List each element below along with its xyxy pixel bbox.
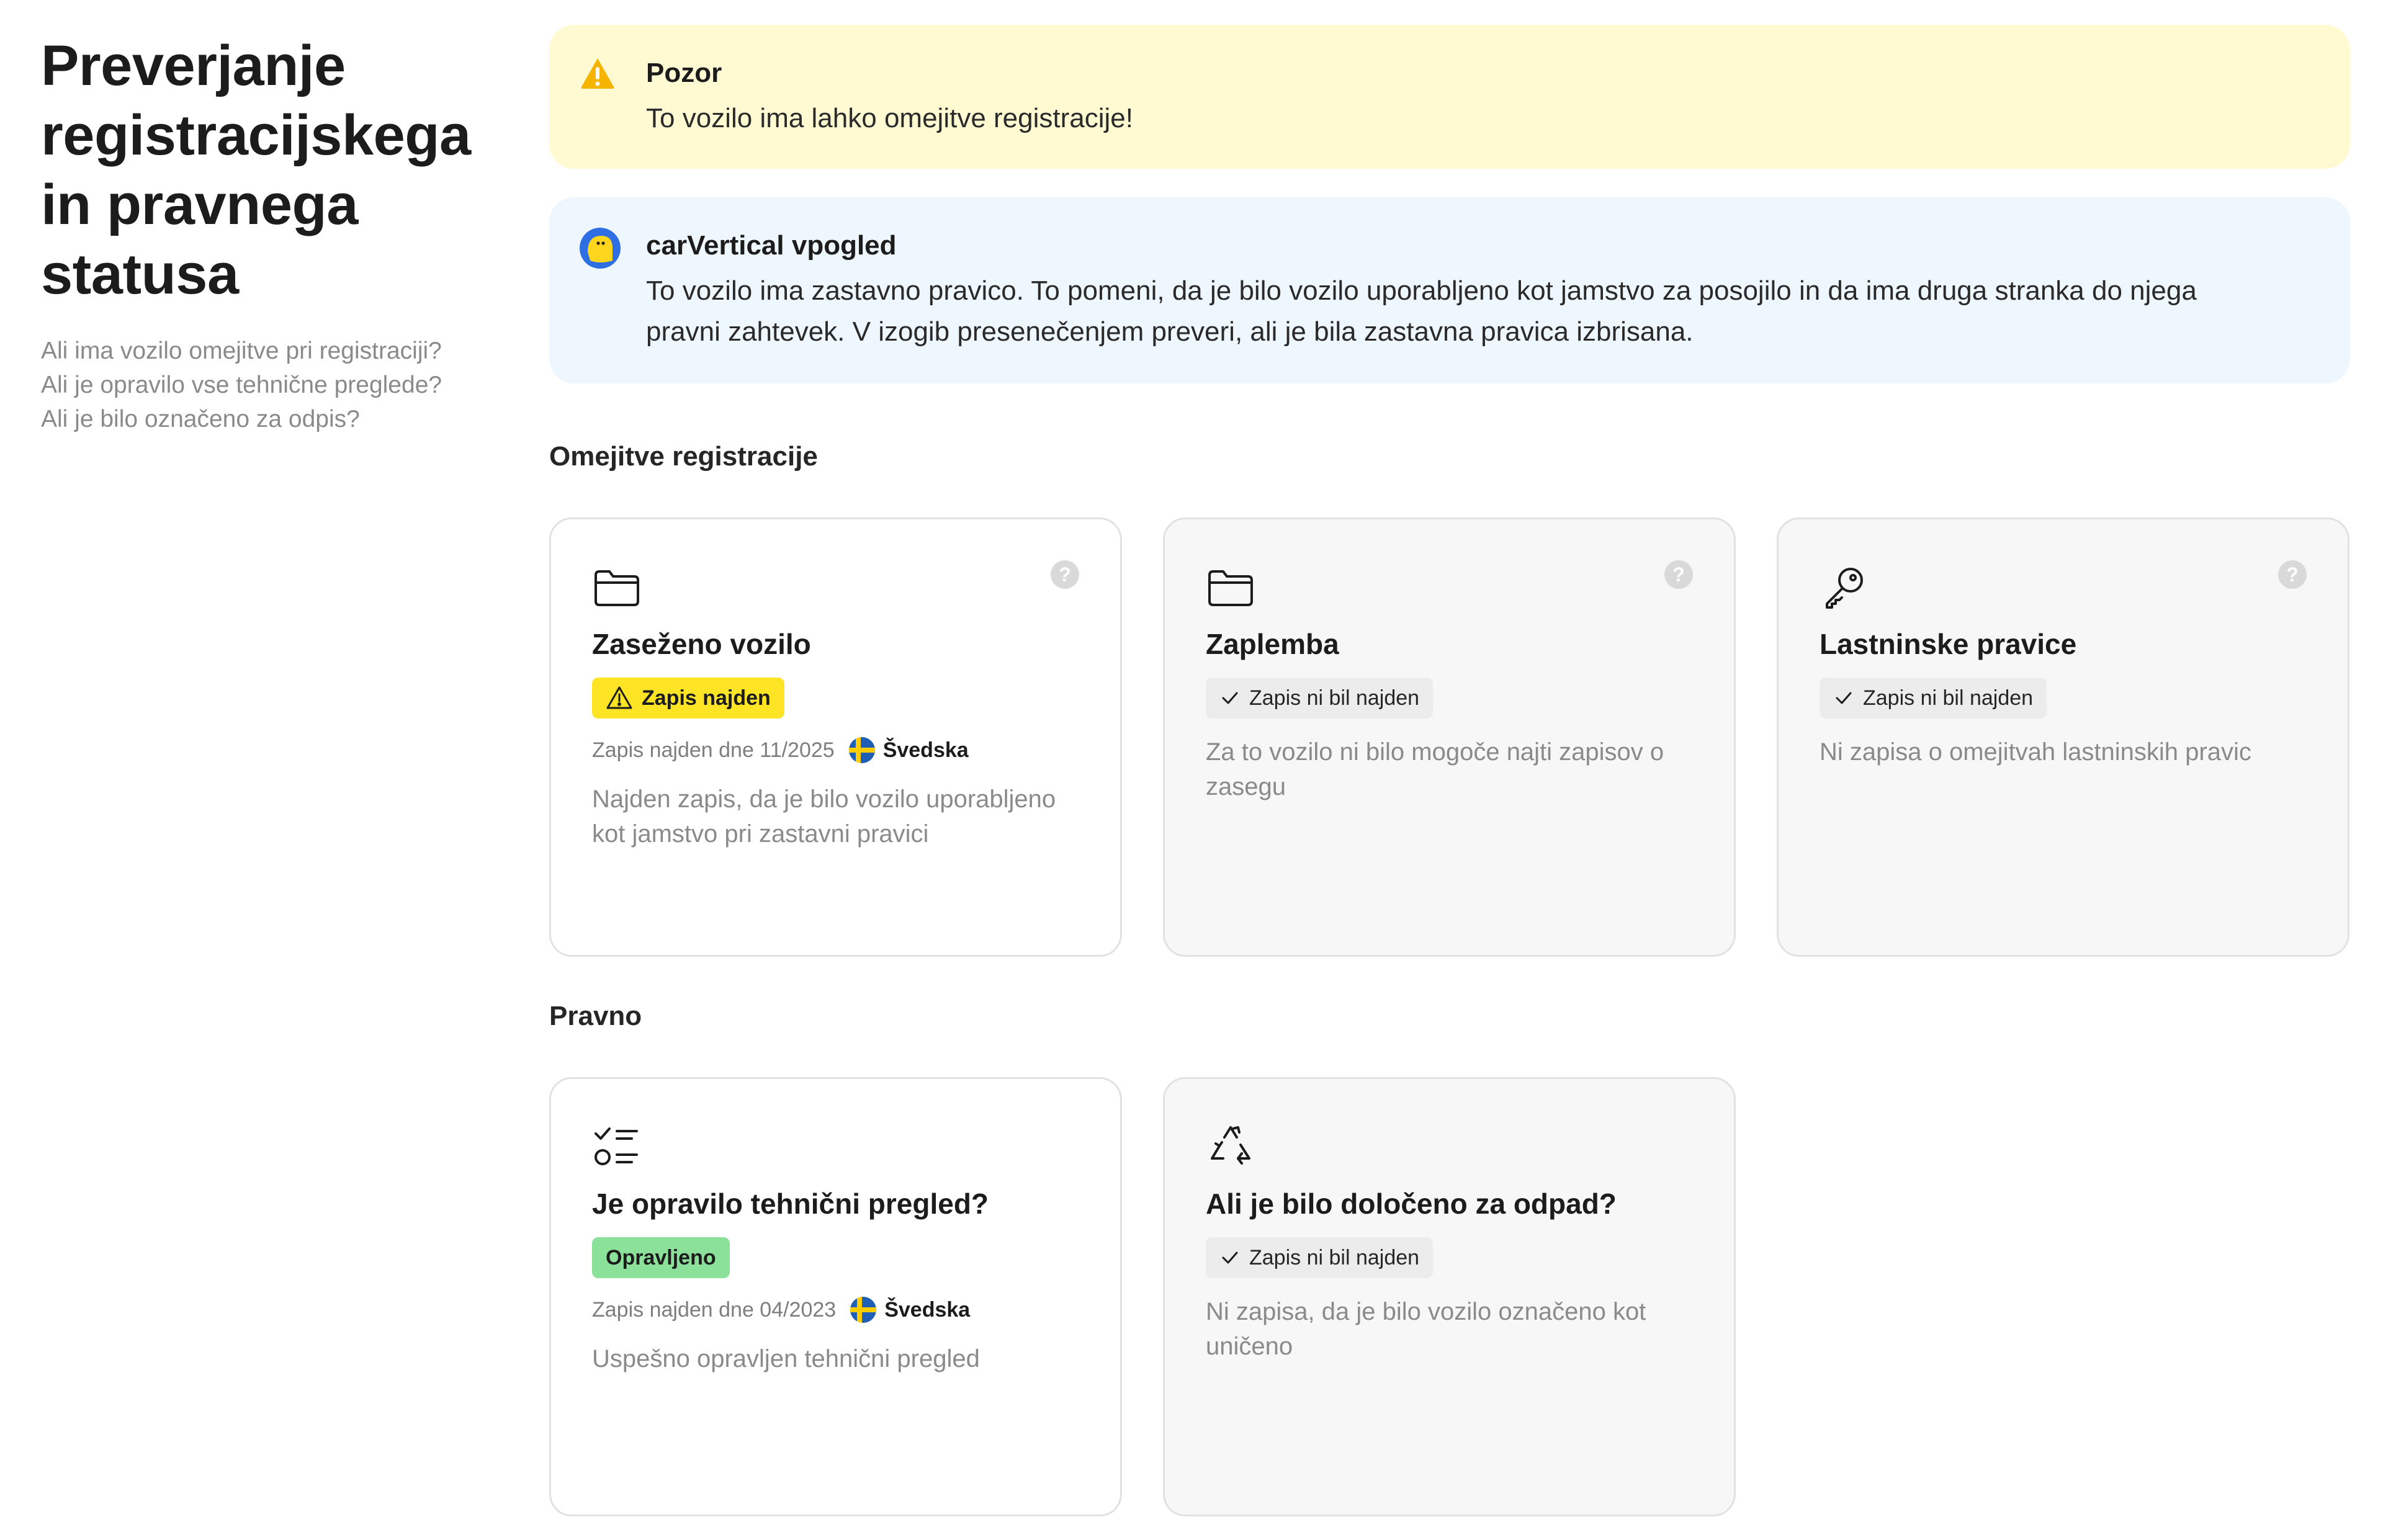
status-badge-label: Zapis najden — [642, 686, 771, 710]
page: Preverjanje registracijskega in pravnega… — [0, 0, 2383, 1540]
status-badge-label: Zapis ni bil najden — [1249, 1245, 1420, 1269]
card-description: Ni zapisa, da je bilo vozilo označeno ko… — [1206, 1294, 1693, 1364]
description-line: Ni zapisa o omejitvah lastninskih pravic — [1820, 738, 2251, 766]
description-line: Uspešno opravljen tehnični pregled — [592, 1345, 980, 1372]
page-title-line: statusa — [41, 243, 239, 306]
card-title: Zaplemba — [1206, 628, 1339, 660]
card-scrapped: Ali je bilo določeno za odpad? Zapis ni … — [1163, 1077, 1736, 1516]
question-item: Ali ima vozilo omejitve pri registraciji… — [41, 338, 442, 364]
insight-text-line: pravni zahtevek. V izogib presenečenjem … — [646, 316, 1694, 347]
status-badge-label: Zapis ni bil najden — [1249, 686, 1420, 710]
insight-text: To vozilo ima zastavno pravico. To pomen… — [646, 271, 2313, 352]
legal-cards: Je opravilo tehnični pregled? Opravljeno… — [549, 1077, 2350, 1516]
page-title-line: registracijskega — [41, 104, 471, 167]
status-badge: Zapis ni bil najden — [1206, 1237, 1434, 1278]
card-description: Ni zapisa o omejitvah lastninskih pravic — [1820, 735, 2307, 769]
section-title-registration: Omejitve registracije — [549, 441, 818, 472]
status-badge: Opravljeno — [592, 1237, 730, 1278]
description-line: Ni zapisa, da je bilo vozilo označeno ko… — [1206, 1298, 1646, 1325]
question-list: Ali ima vozilo omejitve pri registraciji… — [41, 334, 500, 436]
page-title-line: in pravnega — [41, 173, 358, 236]
status-badge-label: Zapis ni bil najden — [1863, 686, 2034, 710]
sweden-flag-icon — [850, 1296, 877, 1323]
status-badge: Zapis najden — [592, 678, 784, 719]
card-ownership-rights: ? Lastninske pravice Zapis ni bil najden… — [1777, 517, 2349, 957]
card-title: Zaseženo vozilo — [592, 628, 811, 660]
record-date: Zapis najden dne 04/2023 — [592, 1298, 837, 1322]
insight-alert: carVertical vpogled To vozilo ima zastav… — [549, 197, 2350, 383]
status-badge: Zapis ni bil najden — [1206, 678, 1434, 719]
check-icon — [1836, 692, 1852, 704]
recycle-icon — [1206, 1126, 1255, 1175]
help-icon[interactable]: ? — [2278, 560, 2307, 589]
warning-alert: Pozor To vozilo ima lahko omejitve regis… — [549, 25, 2350, 169]
record-meta: Zapis najden dne 11/2025 Švedska — [592, 735, 1079, 766]
description-line: zasegu — [1206, 773, 1286, 800]
country-label: Švedska — [882, 738, 969, 762]
folder-icon — [1206, 570, 1255, 615]
question-item: Ali je bilo označeno za odpis? — [41, 406, 360, 432]
check-icon — [1222, 692, 1238, 704]
card-description: Uspešno opravljen tehnični pregled — [592, 1341, 1079, 1376]
card-confiscation: ? Zaplemba Zapis ni bil najden Za to voz… — [1163, 517, 1736, 957]
page-title-line: Preverjanje — [41, 34, 346, 97]
section-title-legal: Pravno — [549, 1001, 642, 1031]
country-label: Švedska — [884, 1298, 971, 1322]
record-date: Zapis najden dne 11/2025 — [592, 738, 835, 762]
main-content: Pozor To vozilo ima lahko omejitve regis… — [549, 25, 2350, 1516]
insight-title: carVertical vpogled — [646, 230, 897, 261]
card-description: Za to vozilo ni bilo mogoče najti zapiso… — [1206, 735, 1693, 804]
folder-icon — [592, 570, 642, 615]
check-icon — [1222, 1251, 1238, 1264]
left-column: Preverjanje registracijskega in pravnega… — [41, 31, 500, 436]
status-badge-label: Opravljeno — [606, 1245, 716, 1269]
insight-text-line: To vozilo ima zastavno pravico. To pomen… — [646, 275, 2197, 306]
registration-cards: ? Zaseženo vozilo Zapis najden Zapis naj… — [549, 517, 2350, 957]
warning-title: Pozor — [646, 58, 722, 88]
warning-triangle-icon — [579, 55, 616, 92]
status-badge: Zapis ni bil najden — [1820, 678, 2047, 719]
record-meta: Zapis najden dne 04/2023 Švedska — [592, 1294, 1079, 1325]
card-title: Ali je bilo določeno za odpad? — [1206, 1188, 1617, 1220]
help-icon[interactable]: ? — [1664, 560, 1693, 589]
description-line: Najden zapis, da je bilo vozilo uporablj… — [592, 786, 1056, 813]
card-title: Lastninske pravice — [1820, 628, 2077, 660]
warning-outline-icon — [606, 686, 632, 709]
sweden-flag-icon — [848, 736, 876, 764]
card-technical-inspection: Je opravilo tehnični pregled? Opravljeno… — [549, 1077, 1122, 1516]
page-title: Preverjanje registracijskega in pravnega… — [41, 31, 500, 309]
card-seized-vehicle: ? Zaseženo vozilo Zapis najden Zapis naj… — [549, 517, 1122, 957]
description-line: kot jamstvo pri zastavni pravici — [592, 820, 929, 848]
carvertical-logo-icon — [579, 227, 621, 269]
question-item: Ali je opravilo vse tehnične preglede? — [41, 372, 442, 398]
description-line: Za to vozilo ni bilo mogoče najti zapiso… — [1206, 738, 1664, 766]
card-title: Je opravilo tehnični pregled? — [592, 1188, 989, 1220]
warning-text: To vozilo ima lahko omejitve registracij… — [646, 103, 1133, 133]
key-icon — [1820, 568, 1869, 615]
help-icon[interactable]: ? — [1051, 560, 1079, 589]
checklist-icon — [592, 1127, 642, 1175]
card-description: Najden zapis, da je bilo vozilo uporablj… — [592, 782, 1079, 851]
description-line: uničeno — [1206, 1333, 1293, 1360]
